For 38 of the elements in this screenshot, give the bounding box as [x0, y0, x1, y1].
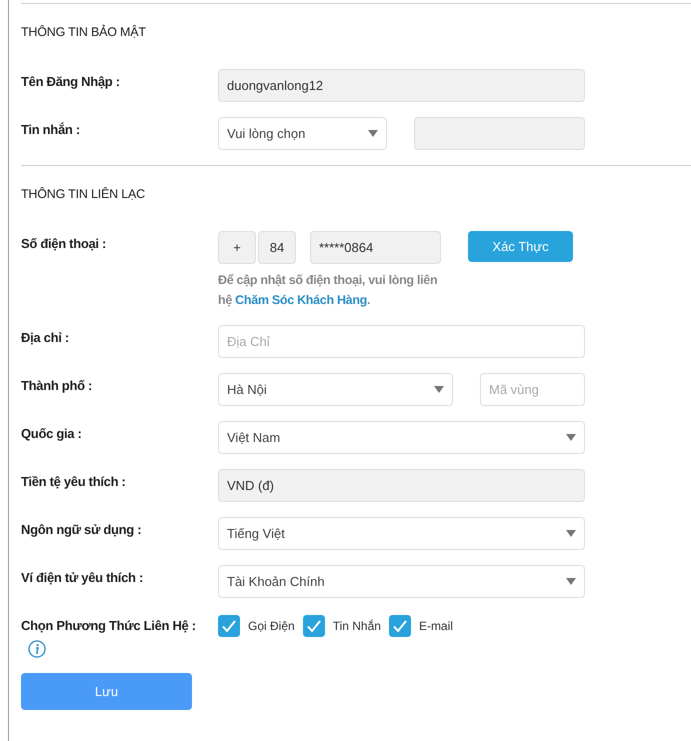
select-dropdown[interactable]: Hà Nội — [218, 373, 453, 406]
field-label: Ví điện tử yêu thích : — [21, 570, 143, 585]
select-dropdown[interactable]: Việt Nam — [218, 421, 585, 454]
readonly-field: duongvanlong12 — [218, 69, 585, 102]
readonly-field: *****0864 — [310, 231, 441, 264]
customer-care-link[interactable]: Chăm Sóc Khách Hàng — [235, 293, 367, 307]
readonly-field: 84 — [258, 231, 296, 264]
field-label: Chọn Phương Thức Liên Hệ : — [21, 618, 196, 633]
section-title: THÔNG TIN BẢO MẬT — [21, 24, 147, 41]
input-field[interactable]: Mã vùng — [480, 373, 585, 406]
section-title: THÔNG TIN LIÊN LẠC — [21, 186, 146, 203]
field-label: Tin nhắn : — [21, 122, 80, 137]
field-label: Số điện thoại : — [21, 236, 106, 251]
checkbox-label: Tin Nhắn — [332, 619, 381, 633]
select-dropdown[interactable]: Tài Khoản Chính — [218, 565, 585, 598]
checkbox[interactable] — [218, 615, 240, 637]
field-label: Ngôn ngữ sử dụng : — [21, 522, 142, 537]
checkbox[interactable] — [388, 615, 411, 637]
field-label: Quốc gia : — [21, 426, 82, 441]
input-field[interactable]: Địa Chỉ — [218, 325, 585, 358]
field-label: Địa chỉ : — [21, 330, 69, 345]
caret-icon — [368, 130, 378, 137]
caret-icon — [434, 386, 444, 393]
readonly-field: + — [218, 231, 256, 264]
checkbox-label: E-mail — [418, 619, 453, 633]
help-text: Để cập nhật số điện thoại, vui lòng liên hệ Chăm Sóc Khách Hàng. — [218, 272, 438, 309]
checkbox[interactable] — [302, 615, 325, 637]
info-icon[interactable] — [28, 640, 46, 658]
caret-icon — [566, 578, 576, 585]
select-dropdown[interactable]: Tiếng Việt — [218, 517, 585, 550]
select-dropdown[interactable]: Vui lòng chọn — [218, 117, 387, 150]
readonly-field: VND (đ) — [218, 469, 585, 502]
field-label: Tiền tệ yêu thích : — [21, 474, 126, 489]
field-label: Thành phố : — [21, 378, 92, 393]
field-label: Tên Đăng Nhập : — [21, 74, 120, 89]
caret-icon — [566, 434, 576, 441]
caret-icon — [566, 530, 576, 537]
checkbox-label: Gọi Điện — [248, 619, 295, 633]
